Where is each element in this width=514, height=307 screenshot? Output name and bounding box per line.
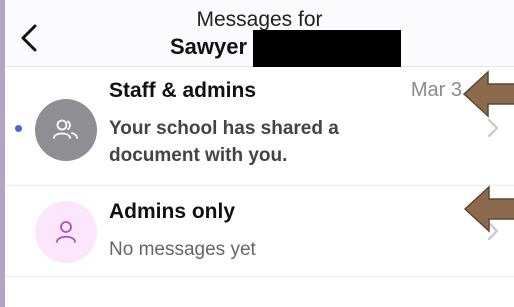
avatar bbox=[35, 99, 97, 161]
group-icon bbox=[53, 119, 78, 139]
header-bar: Messages for Sawyer bbox=[5, 0, 514, 70]
conversation-title: Staff & admins bbox=[109, 79, 257, 102]
annotation-arrow-left-icon bbox=[462, 70, 514, 118]
annotation-arrow-left-icon bbox=[463, 185, 514, 233]
messages-screen: Messages for Sawyer Staff & admins Mar 3… bbox=[5, 0, 514, 307]
header-title: Messages for bbox=[196, 8, 323, 31]
conversation-preview: Your school has shared a document with y… bbox=[109, 118, 339, 166]
header-student-name: Sawyer bbox=[170, 34, 248, 59]
avatar bbox=[35, 201, 97, 263]
conversation-preview: No messages yet bbox=[109, 239, 256, 260]
conversation-date: Mar 3 bbox=[410, 79, 462, 101]
conversation-row-admins-only[interactable]: Admins only No messages yet bbox=[5, 186, 514, 277]
unread-indicator bbox=[15, 125, 22, 132]
person-icon bbox=[56, 221, 76, 243]
conversation-title: Admins only bbox=[109, 200, 236, 223]
conversation-row-staff-admins[interactable]: Staff & admins Mar 3 Your school has sha… bbox=[5, 67, 514, 186]
redaction-block bbox=[253, 30, 401, 70]
chevron-right-icon bbox=[487, 118, 499, 138]
